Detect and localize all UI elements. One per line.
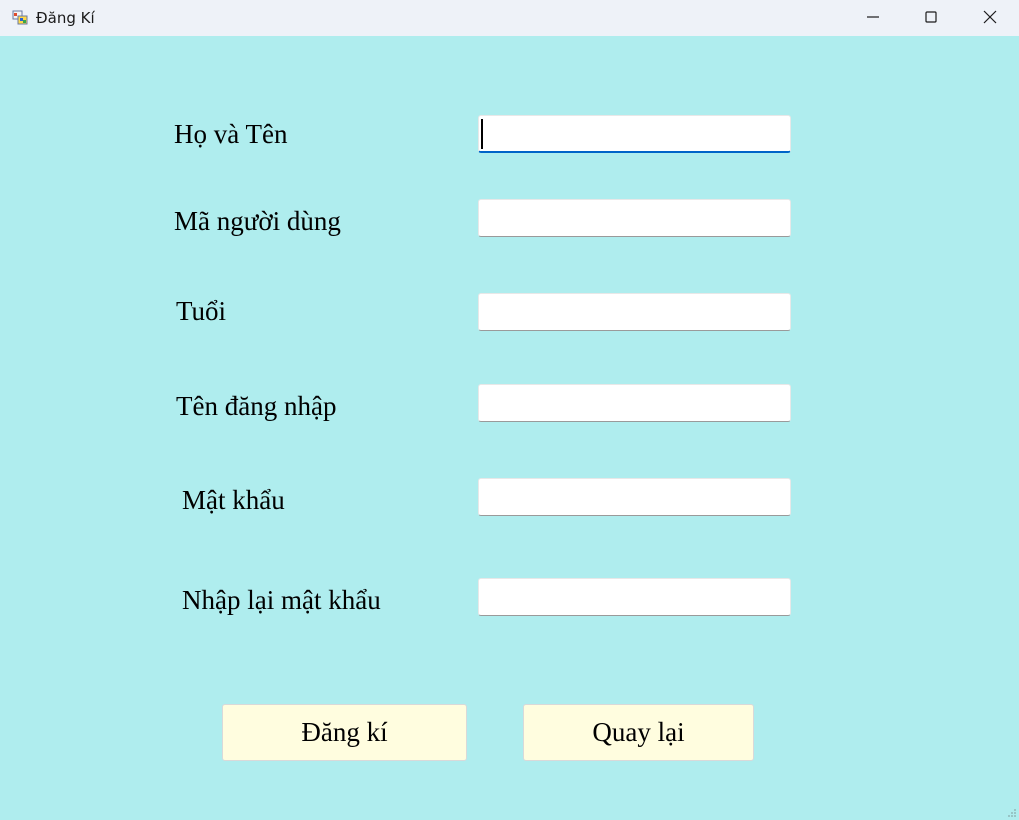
close-icon — [983, 10, 997, 24]
register-button[interactable]: Đăng kí — [222, 704, 467, 761]
confirm-password-label: Nhập lại mật khẩu — [182, 585, 381, 615]
app-icon — [12, 9, 28, 25]
back-button[interactable]: Quay lại — [523, 704, 754, 761]
text-caret — [481, 119, 483, 149]
close-button[interactable] — [960, 0, 1018, 36]
password-label: Mật khẩu — [182, 485, 285, 515]
user-id-label: Mã người dùng — [174, 206, 341, 236]
minimize-button[interactable] — [844, 0, 902, 36]
username-input[interactable] — [478, 384, 791, 422]
age-label: Tuổi — [176, 296, 227, 326]
full-name-input[interactable] — [478, 115, 791, 153]
title-bar[interactable]: Đăng Kí — [0, 0, 1019, 36]
username-label: Tên đăng nhập — [176, 391, 337, 421]
minimize-icon — [867, 16, 879, 18]
resize-grip-icon[interactable] — [1007, 808, 1017, 818]
age-input[interactable] — [478, 293, 791, 331]
window-title: Đăng Kí — [36, 9, 95, 27]
user-id-input[interactable] — [478, 199, 791, 237]
maximize-icon — [925, 11, 937, 23]
confirm-password-input[interactable] — [478, 578, 791, 616]
full-name-label: Họ và Tên — [174, 119, 288, 149]
password-input[interactable] — [478, 478, 791, 516]
register-window: Đăng Kí Họ và Tên Mã người dùng Tuổi Tên… — [0, 0, 1019, 820]
maximize-button[interactable] — [902, 0, 960, 36]
